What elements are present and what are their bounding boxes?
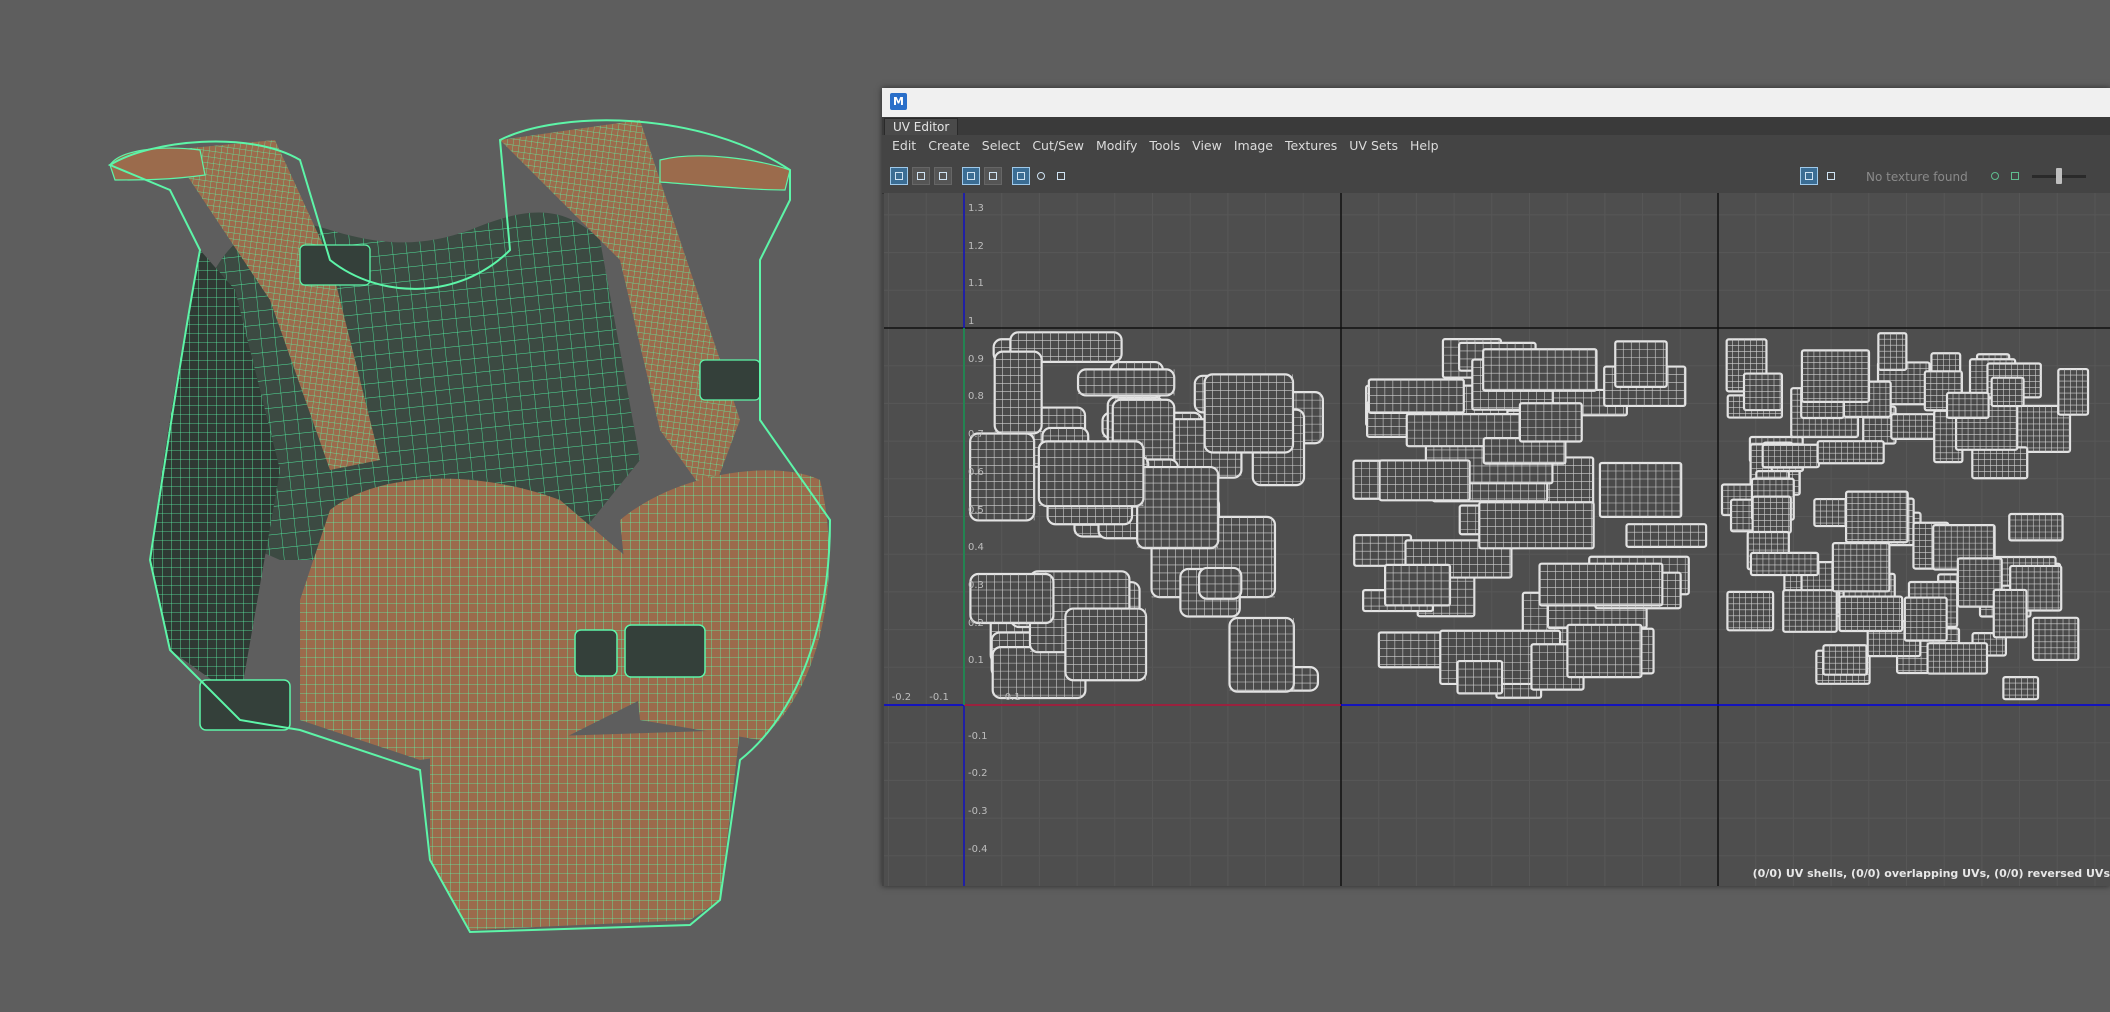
v-tick-label: 0.9 bbox=[968, 353, 984, 365]
v-tick-label: -0.4 bbox=[968, 843, 988, 855]
viewport-3d[interactable] bbox=[0, 0, 880, 1012]
uv-shell bbox=[1197, 566, 1243, 600]
uv-shell bbox=[2002, 676, 2040, 701]
uv-shell bbox=[1478, 501, 1595, 550]
pixel-snap-icon[interactable] bbox=[984, 167, 1002, 185]
uv-shell bbox=[1518, 402, 1583, 443]
uv-tile-1 bbox=[969, 331, 1325, 700]
uv-stack-icon[interactable] bbox=[934, 167, 952, 185]
uv-shell bbox=[1538, 562, 1664, 607]
uv-shell bbox=[1378, 459, 1471, 502]
uv-shell bbox=[1064, 607, 1148, 682]
uv-shell bbox=[1367, 378, 1465, 415]
grid-snap-icon[interactable] bbox=[962, 167, 980, 185]
checker-icon[interactable] bbox=[1012, 167, 1030, 185]
uv-shell bbox=[1136, 465, 1220, 550]
uv-editor-window[interactable]: M UV Editor Edit Create Select Cut/Sew Modif… bbox=[882, 88, 2110, 886]
menu-modify[interactable]: Modify bbox=[1090, 135, 1143, 157]
texture-field[interactable]: No texture found bbox=[1866, 169, 1982, 185]
v-tick-label: -0.3 bbox=[968, 806, 988, 818]
vest-belly-panel bbox=[430, 730, 740, 930]
uv-shell-icon[interactable] bbox=[890, 167, 908, 185]
uv-tile-3 bbox=[1720, 332, 2090, 701]
window-titlebar[interactable]: M bbox=[882, 88, 2110, 118]
uv-shell bbox=[1822, 644, 1869, 676]
uv-components-icon[interactable] bbox=[912, 167, 930, 185]
u-tick-label: -0.2 bbox=[891, 692, 912, 703]
v-tick-label: 1.1 bbox=[968, 278, 984, 290]
menu-create[interactable]: Create bbox=[922, 135, 976, 157]
uv-shell bbox=[1971, 446, 2029, 480]
image-display-toggle-icon[interactable] bbox=[1800, 167, 1818, 185]
panel-tab-row: UV Editor bbox=[882, 117, 2110, 135]
v-tick-label: 0.3 bbox=[968, 579, 984, 591]
uv-shell bbox=[1838, 595, 1904, 633]
dropdown-arrow-icon[interactable] bbox=[1842, 167, 1854, 185]
v-tick-label: 0.4 bbox=[968, 542, 984, 554]
uv-shell bbox=[1800, 349, 1871, 403]
uv-shell bbox=[1813, 497, 1850, 528]
uv-shell bbox=[1384, 563, 1452, 607]
uv-shell bbox=[1482, 348, 1598, 392]
menu-bar: Edit Create Select Cut/Sew Modify Tools View Im… bbox=[882, 135, 2110, 157]
uv-shell bbox=[2008, 512, 2064, 542]
uv-shell bbox=[1749, 551, 1820, 577]
uv-shell bbox=[1203, 373, 1295, 454]
exposure-slider-thumb[interactable] bbox=[2056, 168, 2062, 184]
v-tick-label: -0.2 bbox=[968, 768, 988, 780]
image-display-icon[interactable] bbox=[1052, 167, 1070, 185]
menu-image[interactable]: Image bbox=[1228, 135, 1279, 157]
uv-shell bbox=[1844, 490, 1909, 544]
v-tick-label: 1.3 bbox=[968, 202, 984, 214]
uv-shell bbox=[1037, 440, 1145, 508]
uv-toolbar: No texture found bbox=[882, 157, 2110, 194]
tab-uv-editor[interactable]: UV Editor bbox=[884, 118, 959, 135]
uv-tile-2 bbox=[1352, 338, 1708, 699]
menu-select[interactable]: Select bbox=[976, 135, 1027, 157]
uv-shell bbox=[1890, 413, 1936, 440]
camera-icon[interactable] bbox=[1032, 167, 1050, 185]
v-tick-label: 1 bbox=[968, 316, 975, 327]
collapse-icon[interactable] bbox=[2092, 167, 2106, 185]
menu-edit[interactable]: Edit bbox=[886, 135, 922, 157]
v-tick-label: 0.6 bbox=[968, 466, 984, 478]
image-icon[interactable] bbox=[2006, 167, 2024, 185]
uv-shell bbox=[1992, 588, 2028, 639]
uv-status-text: (0/0) UV shells, (0/0) overlapping UVs, … bbox=[1752, 867, 2110, 880]
u-tick-label: 0.1 bbox=[1004, 692, 1021, 703]
uv-grid bbox=[884, 193, 2110, 886]
menu-help[interactable]: Help bbox=[1404, 135, 1445, 157]
menu-cut-sew[interactable]: Cut/Sew bbox=[1026, 135, 1090, 157]
v-tick-label: 0.8 bbox=[968, 391, 984, 403]
refresh-icon[interactable] bbox=[1986, 167, 2004, 185]
v-tick-label: 0.7 bbox=[968, 429, 984, 441]
v-tick-label: 0.5 bbox=[968, 504, 984, 516]
u-tick-label: -0.1 bbox=[929, 692, 949, 703]
uv-shell bbox=[2057, 367, 2090, 416]
menu-uv-sets[interactable]: UV Sets bbox=[1343, 135, 1404, 157]
v-tick-label: 0.2 bbox=[968, 617, 984, 629]
maya-app-icon: M bbox=[890, 93, 907, 110]
menu-tools[interactable]: Tools bbox=[1143, 135, 1186, 157]
uv-canvas[interactable]: 1.3 1.2 1.1 1 0.9 0.8 0.7 0.6 0.5 0.4 0.3 0.2 0.1 -0.… bbox=[884, 193, 2110, 886]
uv-shell bbox=[1816, 440, 1885, 465]
menu-textures[interactable]: Textures bbox=[1279, 135, 1343, 157]
vest-front-right-panel bbox=[620, 470, 830, 740]
v-tick-label: 0.1 bbox=[968, 655, 984, 667]
menu-view[interactable]: View bbox=[1186, 135, 1228, 157]
v-tick-label: 1.2 bbox=[968, 240, 984, 252]
checkerboard-icon[interactable] bbox=[1822, 167, 1840, 185]
v-tick-label: -0.1 bbox=[968, 730, 988, 742]
